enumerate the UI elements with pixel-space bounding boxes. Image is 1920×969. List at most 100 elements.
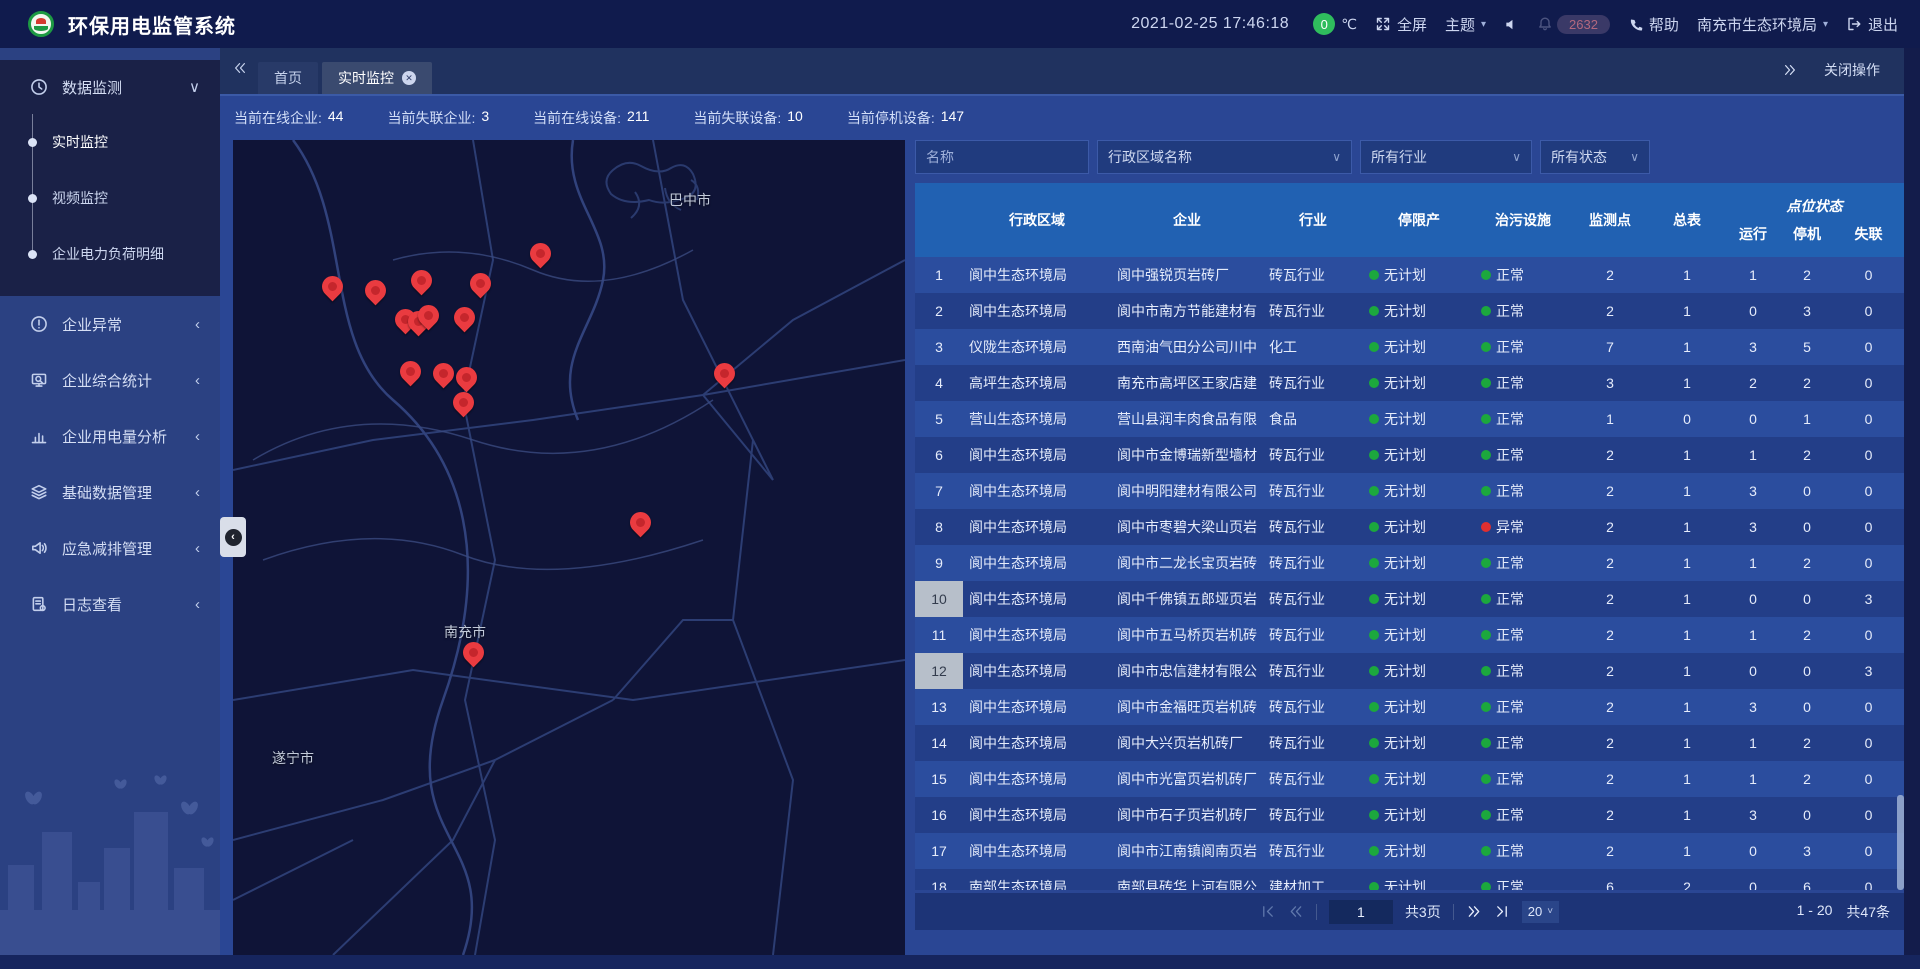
first-page-button[interactable] <box>1260 904 1276 919</box>
clock: 2021-02-25 17:46:18 <box>1131 15 1289 33</box>
tab-close-icon[interactable]: ✕ <box>402 71 416 85</box>
table-row[interactable]: 13阆中生态环境局阆中市金福旺页岩机砖砖瓦行业无计划正常21300 <box>915 689 1904 725</box>
map-collapse-handle[interactable]: ‹ <box>220 517 246 557</box>
sidebar-subitem[interactable]: 视频监控 <box>0 170 220 226</box>
logout-button[interactable]: 退出 <box>1846 14 1898 35</box>
name-filter-field[interactable] <box>915 140 1089 174</box>
app-window: 环保用电监管系统 2021-02-25 17:46:18 0 ℃ 全屏 主题 ▾… <box>0 0 1920 969</box>
notifications-button[interactable]: 2632 <box>1537 15 1610 34</box>
sidebar-item-megaphone[interactable]: 应急减排管理‹ <box>0 520 220 576</box>
facility-status-cell: 正常 <box>1475 689 1571 725</box>
org-label: 南充市生态环境局 <box>1697 14 1817 35</box>
fullscreen-button[interactable]: 全屏 <box>1375 14 1427 35</box>
map[interactable]: 巴中市南充市遂宁市 <box>233 140 905 955</box>
meter-cell: 1 <box>1649 653 1725 689</box>
table-row[interactable]: 9阆中生态环境局阆中市二龙长宝页岩砖砖瓦行业无计划正常21120 <box>915 545 1904 581</box>
prev-page-button[interactable] <box>1288 904 1304 919</box>
column-header-stop: 停机 <box>1781 218 1833 257</box>
table-row[interactable]: 15阆中生态环境局阆中市光富页岩机砖厂砖瓦行业无计划正常21120 <box>915 761 1904 797</box>
tab-item[interactable]: 首页 <box>258 62 318 94</box>
close-operations-button[interactable]: 关闭操作 <box>1824 60 1880 80</box>
sidebar-item-label: 企业用电量分析 <box>62 426 167 447</box>
column-header-points: 监测点 <box>1571 183 1649 257</box>
table-scrollbar-thumb[interactable] <box>1897 795 1904 890</box>
status-dot-icon <box>1369 774 1379 784</box>
table-row[interactable]: 11阆中生态环境局阆中市五马桥页岩机砖砖瓦行业无计划正常21120 <box>915 617 1904 653</box>
table-row[interactable]: 2阆中生态环境局阆中市南方节能建材有砖瓦行业无计划正常21030 <box>915 293 1904 329</box>
points-cell: 2 <box>1571 509 1649 545</box>
sidebar-item-gauge[interactable]: 数据监测∨ <box>0 60 220 114</box>
points-cell: 2 <box>1571 581 1649 617</box>
enterprise-cell: 阆中市金福旺页岩机砖 <box>1111 689 1263 725</box>
map-road-network <box>233 140 905 955</box>
volume-button[interactable] <box>1504 17 1519 32</box>
meter-cell: 1 <box>1649 833 1725 869</box>
table-row[interactable]: 3仪陇生态环境局西南油气田分公司川中化工无计划正常71350 <box>915 329 1904 365</box>
table-header: 行政区域 企业 行业 停限产 治污设施 监测点 总表 点位状态 运行 停机 失联 <box>915 183 1904 257</box>
table-row[interactable]: 1阆中生态环境局阆中强锐页岩砖厂砖瓦行业无计划正常21120 <box>915 257 1904 293</box>
column-header-industry: 行业 <box>1263 183 1363 257</box>
chevron-down-icon: ∨ <box>1332 150 1341 164</box>
status-filter-select[interactable]: 所有状态 ∨ <box>1540 140 1650 174</box>
stat-item: 当前失联企业:3 <box>387 108 489 128</box>
sidebar-item-log[interactable]: 日志查看‹ <box>0 576 220 632</box>
tab-active[interactable]: 实时监控✕ <box>322 62 432 94</box>
table-row[interactable]: 7阆中生态环境局阆中明阳建材有限公司砖瓦行业无计划正常21300 <box>915 473 1904 509</box>
table-row[interactable]: 6阆中生态环境局阆中市金博瑞新型墙材砖瓦行业无计划正常21120 <box>915 437 1904 473</box>
table-row[interactable]: 5营山生态环境局营山县润丰肉食品有限食品无计划正常10010 <box>915 401 1904 437</box>
stop-cell: 2 <box>1781 545 1833 581</box>
enterprise-cell: 阆中市江南镇阆南页岩 <box>1111 833 1263 869</box>
table-row[interactable]: 16阆中生态环境局阆中市石子页岩机砖厂砖瓦行业无计划正常21300 <box>915 797 1904 833</box>
table-row[interactable]: 12阆中生态环境局阆中市忠信建材有限公砖瓦行业无计划正常21003 <box>915 653 1904 689</box>
industry-filter-select[interactable]: 所有行业 ∨ <box>1360 140 1532 174</box>
next-page-button[interactable] <box>1466 904 1482 919</box>
name-filter-input[interactable] <box>926 149 1078 165</box>
row-number-cell: 17 <box>915 833 963 869</box>
tabs-scroll-left-button[interactable] <box>232 61 248 80</box>
stat-item: 当前失联设备:10 <box>693 108 802 128</box>
run-cell: 3 <box>1725 509 1781 545</box>
theme-dropdown[interactable]: 主题 ▾ <box>1445 14 1486 35</box>
table-row[interactable]: 8阆中生态环境局阆中市枣碧大梁山页岩砖瓦行业无计划异常21300 <box>915 509 1904 545</box>
table-row[interactable]: 14阆中生态环境局阆中大兴页岩机砖厂砖瓦行业无计划正常21120 <box>915 725 1904 761</box>
sidebar-item-alert[interactable]: 企业异常‹ <box>0 296 220 352</box>
page-scrollbar-track[interactable] <box>1904 48 1920 969</box>
sidebar-item-board[interactable]: 企业综合统计‹ <box>0 352 220 408</box>
run-cell: 2 <box>1725 365 1781 401</box>
sidebar-subitem[interactable]: 实时监控 <box>0 114 220 170</box>
stop-cell: 3 <box>1781 293 1833 329</box>
chevron-collapsed-icon: ‹ <box>195 540 200 557</box>
meter-cell: 1 <box>1649 725 1725 761</box>
run-cell: 1 <box>1725 725 1781 761</box>
sidebar-item-chart[interactable]: 企业用电量分析‹ <box>0 408 220 464</box>
bell-icon <box>1537 16 1553 32</box>
help-button[interactable]: 帮助 <box>1628 14 1679 35</box>
status-dot-icon <box>1481 414 1491 424</box>
page-size-select[interactable]: 20 ˅ <box>1522 901 1559 923</box>
facility-status-cell: 正常 <box>1475 581 1571 617</box>
tabs-scroll-right-button[interactable] <box>1782 63 1798 77</box>
tab-bar: 首页实时监控✕ 关闭操作 <box>220 48 1904 96</box>
industry-cell: 砖瓦行业 <box>1263 293 1363 329</box>
stop-cell: 0 <box>1781 653 1833 689</box>
run-cell: 1 <box>1725 761 1781 797</box>
run-cell: 0 <box>1725 581 1781 617</box>
stop-cell: 2 <box>1781 617 1833 653</box>
table-row[interactable]: 18南部生态环境局南部县砖华上河有限公建材加工无计划正常62060 <box>915 869 1904 890</box>
last-page-button[interactable] <box>1494 904 1510 919</box>
lost-cell: 0 <box>1833 833 1904 869</box>
table-row[interactable]: 17阆中生态环境局阆中市江南镇阆南页岩砖瓦行业无计划正常21030 <box>915 833 1904 869</box>
sidebar-item-layers[interactable]: 基础数据管理‹ <box>0 464 220 520</box>
region-filter-select[interactable]: 行政区域名称 ∨ <box>1097 140 1352 174</box>
row-number-cell: 16 <box>915 797 963 833</box>
org-dropdown[interactable]: 南充市生态环境局 ▾ <box>1697 14 1828 35</box>
points-cell: 2 <box>1571 293 1649 329</box>
lost-cell: 3 <box>1833 653 1904 689</box>
status-dot-icon <box>1369 486 1379 496</box>
sidebar-subitem[interactable]: 企业电力负荷明细 <box>0 226 220 282</box>
stop-cell: 0 <box>1781 509 1833 545</box>
page-number-input[interactable] <box>1329 900 1393 924</box>
row-number-cell: 3 <box>915 329 963 365</box>
table-row[interactable]: 4高坪生态环境局南充市高坪区王家店建砖瓦行业无计划正常31220 <box>915 365 1904 401</box>
table-row[interactable]: 10阆中生态环境局阆中千佛镇五郎垭页岩砖瓦行业无计划正常21003 <box>915 581 1904 617</box>
